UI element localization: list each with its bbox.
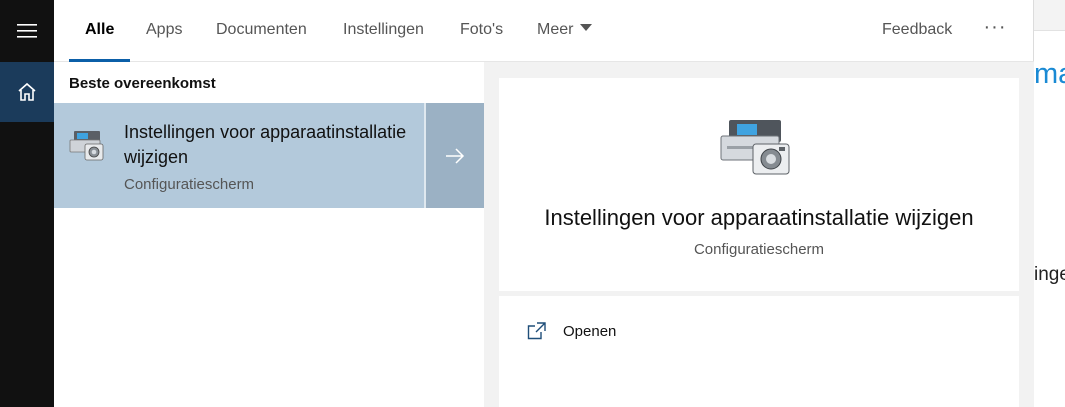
- arrow-right-icon: [446, 147, 465, 164]
- hamburger-icon: [17, 24, 37, 38]
- tab-apps[interactable]: Apps: [146, 0, 182, 62]
- tab-more[interactable]: Meer: [537, 0, 593, 62]
- search-panel: Alle Apps Documenten Instellingen Foto's…: [54, 0, 1034, 407]
- hamburger-menu-button[interactable]: [0, 0, 54, 62]
- open-external-icon: [527, 322, 546, 340]
- open-preview-button[interactable]: [424, 103, 484, 208]
- left-rail: [0, 0, 54, 407]
- chevron-down-icon: [580, 24, 593, 32]
- preview-title: Instellingen voor apparaatinstallatie wi…: [544, 205, 974, 230]
- feedback-button[interactable]: Feedback: [882, 0, 952, 62]
- open-action-label: Openen: [563, 322, 617, 340]
- background-heading-fragment: ma: [1034, 58, 1065, 90]
- background-window-topbar: [1034, 0, 1065, 31]
- tab-documents[interactable]: Documenten: [216, 0, 307, 62]
- tab-more-label: Meer: [537, 21, 574, 38]
- preview-actions: Openen: [499, 296, 1019, 407]
- best-match-heading: Beste overeenkomst: [69, 75, 216, 92]
- tab-all[interactable]: Alle: [68, 0, 131, 62]
- tab-photos[interactable]: Foto's: [460, 0, 503, 62]
- device-installation-settings-icon: [69, 131, 104, 161]
- more-options-button[interactable]: ···: [980, 0, 1010, 62]
- home-icon: [18, 82, 36, 101]
- tab-settings[interactable]: Instellingen: [343, 0, 424, 62]
- best-match-result[interactable]: Instellingen voor apparaatinstallatie wi…: [54, 103, 424, 208]
- preview-card: Instellingen voor apparaatinstallatie wi…: [499, 78, 1019, 291]
- background-text-fragment: inge: [1034, 264, 1065, 285]
- home-button[interactable]: [0, 62, 54, 122]
- best-match-subtitle: Configuratiescherm: [124, 176, 255, 193]
- preview-subtitle: Configuratiescherm: [693, 241, 825, 258]
- device-installation-settings-icon: [720, 120, 790, 175]
- open-action[interactable]: Openen: [527, 316, 616, 346]
- tab-bar: Alle Apps Documenten Instellingen Foto's…: [54, 0, 1034, 62]
- best-match-title: Instellingen voor apparaatinstallatie wi…: [124, 122, 407, 167]
